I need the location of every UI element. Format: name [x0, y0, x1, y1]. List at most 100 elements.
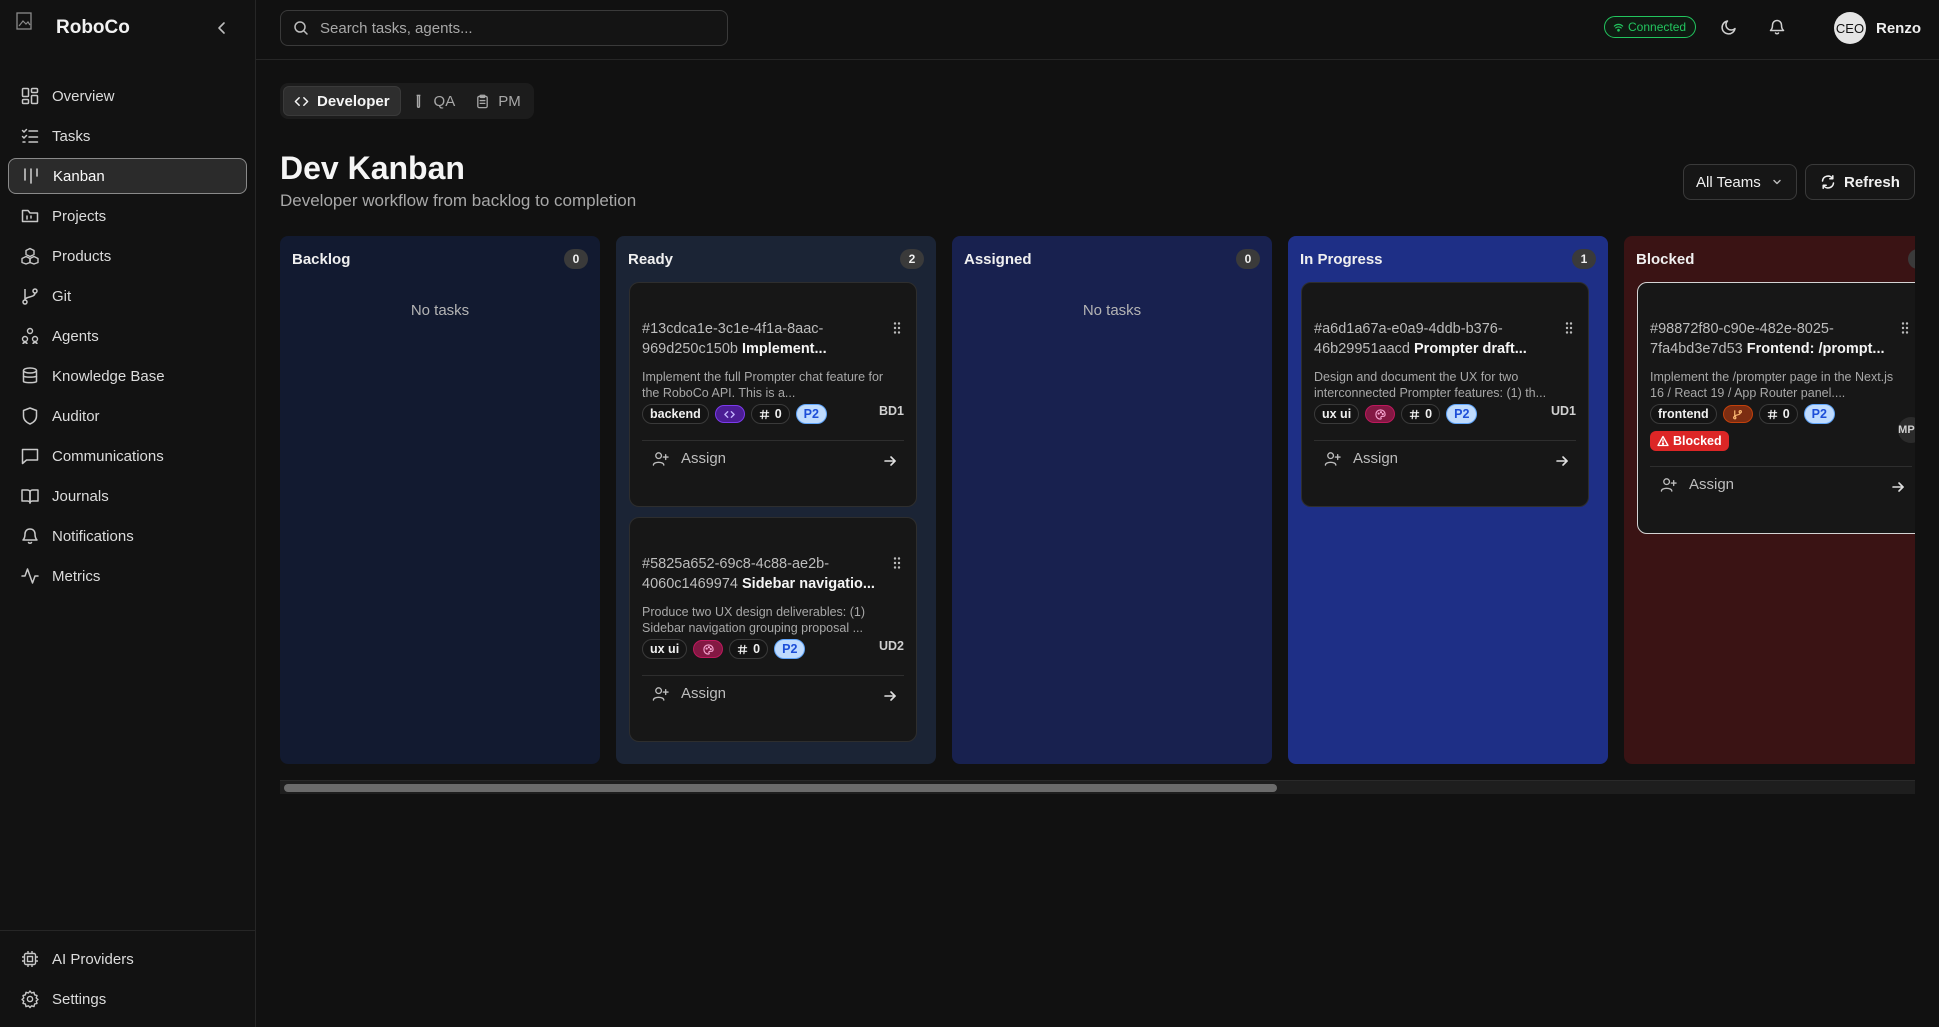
sidebar-item-git[interactable]: Git [8, 278, 247, 314]
task-card[interactable]: #a6d1a67a-e0a9-4ddb-b376-46b29951aacd Pr… [1301, 282, 1589, 507]
sidebar-item-label: Knowledge Base [52, 367, 165, 385]
assign-button[interactable]: Assign [642, 685, 726, 702]
sidebar-item-metrics[interactable]: Metrics [8, 558, 247, 594]
tab-label: PM [498, 92, 521, 110]
column-header: Assigned 0 [952, 236, 1272, 282]
column-assigned: Assigned 0 No tasks [952, 236, 1272, 764]
wifi-icon [1613, 23, 1624, 32]
user-plus-icon [652, 452, 669, 466]
avatar: CEO [1834, 12, 1866, 44]
task-card[interactable]: #98872f80-c90e-482e-8025-7fa4bd3e7d53 Fr… [1637, 282, 1915, 534]
task-description: Design and document the UX for two inter… [1314, 370, 1547, 400]
column-header: In Progress 1 [1288, 236, 1608, 282]
blocked-status-badge: Blocked [1650, 431, 1729, 451]
sidebar-item-overview[interactable]: Overview [8, 78, 247, 114]
card-title: #5825a652-69c8-4c88-ae2b-4060c1469974 Si… [642, 554, 882, 594]
sidebar-item-agents[interactable]: Agents [8, 318, 247, 354]
task-card[interactable]: #5825a652-69c8-4c88-ae2b-4060c1469974 Si… [629, 517, 917, 742]
search-input[interactable] [320, 19, 700, 37]
sidebar-item-settings[interactable]: Settings [8, 981, 247, 1017]
sidebar-item-ai-providers[interactable]: AI Providers [8, 941, 247, 977]
sidebar-item-label: Journals [52, 487, 109, 505]
card-footer: Assign [1650, 466, 1912, 502]
column-header: Ready 2 [616, 236, 936, 282]
column-header: Backlog 0 [280, 236, 600, 282]
card-tags: ux ui 0 P2 [1314, 403, 1576, 425]
topbar: Connected CEO Renzo [256, 0, 1939, 60]
sidebar-item-label: Auditor [52, 407, 100, 425]
sidebar-item-kanban[interactable]: Kanban [8, 158, 247, 194]
empty-state: No tasks [1082, 302, 1142, 319]
card-title: #13cdca1e-3c1e-4f1a-8aac-969d250c150b Im… [642, 319, 882, 359]
tab-qa[interactable]: QA [401, 86, 466, 116]
sidebar-item-products[interactable]: Products [8, 238, 247, 274]
tag-label: frontend [1650, 404, 1717, 424]
board-horizontal-scrollbar[interactable] [280, 780, 1915, 794]
assign-label: Assign [1689, 476, 1735, 493]
refresh-button[interactable]: Refresh [1805, 164, 1915, 200]
tag-label: backend [642, 404, 709, 424]
task-count: 0 [1425, 407, 1433, 421]
drag-handle-icon[interactable] [1900, 321, 1910, 335]
tab-pm[interactable]: PM [465, 86, 531, 116]
arrow-right-icon[interactable] [1554, 453, 1570, 469]
sidebar-item-projects[interactable]: Projects [8, 198, 247, 234]
sidebar-item-label: Settings [52, 990, 107, 1008]
sidebar-item-notifications[interactable]: Notifications [8, 518, 247, 554]
task-count-tag: 0 [750, 404, 790, 424]
moon-icon[interactable] [1720, 18, 1738, 36]
user-menu[interactable]: CEO Renzo [1834, 12, 1921, 44]
sidebar-item-journals[interactable]: Journals [8, 478, 247, 514]
arrow-right-icon[interactable] [882, 688, 898, 704]
search-box[interactable] [280, 10, 728, 46]
sidebar-item-auditor[interactable]: Auditor [8, 398, 247, 434]
database-icon [22, 367, 38, 384]
palette-icon [703, 643, 714, 655]
task-card[interactable]: #13cdca1e-3c1e-4f1a-8aac-969d250c150b Im… [629, 282, 917, 507]
sidebar-item-communications[interactable]: Communications [8, 438, 247, 474]
bell-icon [22, 528, 38, 544]
connection-status-text: Connected [1628, 20, 1687, 34]
bell-icon[interactable] [1768, 18, 1786, 36]
folder-kanban-icon [21, 209, 39, 223]
arrow-right-icon[interactable] [882, 453, 898, 469]
card-tags: ux ui 0 P2 [642, 638, 904, 660]
sidebar-item-label: Git [52, 287, 72, 305]
scrollbar-thumb[interactable] [284, 784, 1277, 792]
user-plus-icon [1324, 452, 1341, 466]
assign-button[interactable]: Assign [1650, 476, 1734, 493]
card-title: #a6d1a67a-e0a9-4ddb-b376-46b29951aacd Pr… [1314, 319, 1554, 359]
shield-icon [22, 407, 38, 425]
kanban-icon [24, 168, 38, 184]
task-title: Frontend: /prompt... [1746, 341, 1885, 357]
sidebar-item-label: Products [52, 247, 112, 265]
column-title: Blocked [1636, 250, 1695, 268]
page-title: Dev Kanban [280, 150, 465, 186]
assign-label: Assign [681, 450, 727, 467]
chevron-left-icon[interactable] [213, 19, 231, 37]
card-title: #98872f80-c90e-482e-8025-7fa4bd3e7d53 Fr… [1650, 319, 1890, 359]
task-description: Implement the full Prompter chat feature… [642, 370, 884, 400]
tab-developer[interactable]: Developer [283, 86, 401, 116]
drag-handle-icon[interactable] [1564, 321, 1574, 335]
app-name: RoboCo [56, 17, 130, 38]
arrow-right-icon[interactable] [1890, 479, 1906, 495]
list-checks-icon [21, 128, 39, 143]
alert-triangle-icon [1657, 435, 1669, 447]
card-footer: Assign [642, 440, 904, 476]
drag-handle-icon[interactable] [892, 556, 902, 570]
sidebar-item-label: Tasks [52, 127, 91, 145]
assign-button[interactable]: Assign [642, 450, 726, 467]
code-icon [294, 96, 309, 106]
chevron-down-icon [1773, 179, 1781, 185]
kanban-board: Backlog 0 No tasks Ready 2 #13cdca1e-3c1… [280, 236, 1915, 764]
sidebar-item-label: Agents [52, 327, 99, 345]
sidebar-item-knowledge-base[interactable]: Knowledge Base [8, 358, 247, 394]
drag-handle-icon[interactable] [892, 321, 902, 335]
team-filter-select[interactable]: All Teams [1683, 164, 1797, 200]
task-description: Implement the /prompter page in the Next… [1650, 370, 1894, 400]
sidebar-item-tasks[interactable]: Tasks [8, 118, 247, 154]
column-count: 0 [564, 249, 588, 269]
column-backlog: Backlog 0 No tasks [280, 236, 600, 764]
assign-button[interactable]: Assign [1314, 450, 1398, 467]
